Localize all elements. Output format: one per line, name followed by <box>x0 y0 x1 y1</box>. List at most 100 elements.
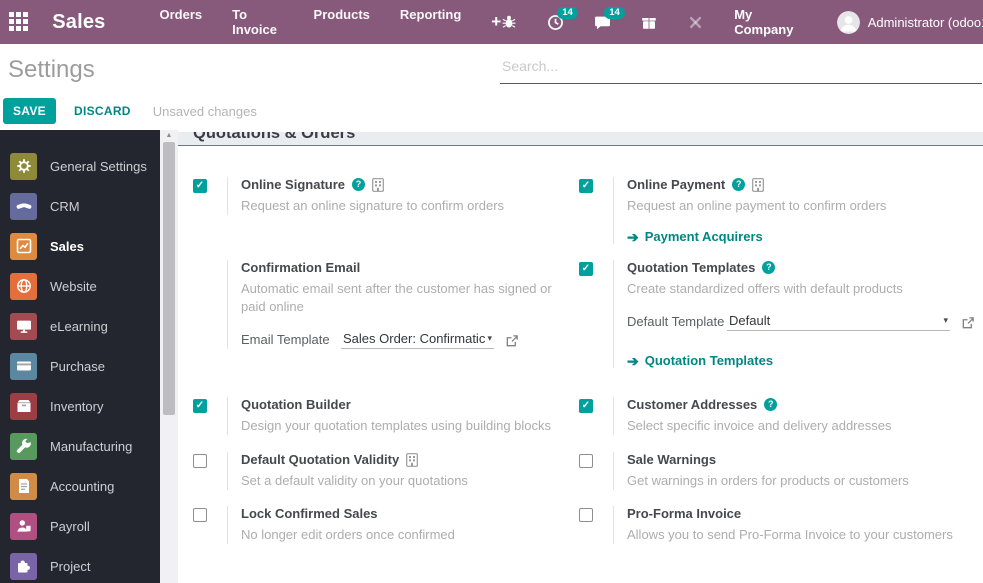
add-menu-button[interactable]: + <box>491 12 501 32</box>
sidebar-item-purchase[interactable]: Purchase <box>0 346 160 386</box>
settings-content: Quotations & Orders Online Signature ? <box>178 130 983 583</box>
wrench-icon <box>10 432 37 460</box>
quotation-templates-checkbox[interactable] <box>579 262 593 276</box>
menu-reporting[interactable]: Reporting <box>400 7 461 37</box>
setting-quotation-builder: Quotation Builder Design your quotation … <box>193 397 565 452</box>
sidebar-label: eLearning <box>50 318 108 334</box>
online-signature-checkbox[interactable] <box>193 179 207 193</box>
sidebar-item-elearning[interactable]: eLearning <box>0 306 160 346</box>
bug-icon <box>502 15 516 28</box>
app-title[interactable]: Sales <box>52 11 105 34</box>
page-title: Settings <box>8 56 95 83</box>
user-menu[interactable]: Administrator (odoo14 <box>836 10 983 34</box>
help-icon[interactable]: ? <box>764 398 778 411</box>
user-name: Administrator (odoo14 <box>867 14 983 30</box>
activities-button[interactable]: 14 <box>547 6 578 31</box>
globe-icon <box>10 272 37 300</box>
setting-online-payment: Online Payment ? Request an online payme… <box>579 177 975 260</box>
sidebar-item-manufacturing[interactable]: Manufacturing <box>0 426 160 466</box>
handshake-icon <box>10 192 37 220</box>
setting-title: Default Quotation Validity <box>241 452 400 467</box>
quotation-builder-checkbox[interactable] <box>193 399 207 413</box>
setting-title: Sale Warnings <box>627 452 717 467</box>
setting-description: Automatic email sent after the customer … <box>241 281 552 314</box>
default-quotation-validity-checkbox[interactable] <box>193 454 207 468</box>
setting-pro-forma-invoice: Pro-Forma Invoice Allows you to send Pro… <box>579 506 975 544</box>
setting-description: No longer edit orders once confirmed <box>241 527 455 542</box>
setting-description: Allows you to send Pro-Forma Invoice to … <box>627 527 953 542</box>
debug-bug-icon[interactable] <box>501 14 517 30</box>
scrollbar-thumb[interactable] <box>163 142 175 415</box>
sidebar-scrollbar[interactable]: ▲ <box>160 130 178 583</box>
setting-title: Lock Confirmed Sales <box>241 506 378 521</box>
customer-addresses-checkbox[interactable] <box>579 399 593 413</box>
setting-description: Get warnings in orders for products or c… <box>627 473 909 488</box>
tools-icon <box>690 16 702 28</box>
default-template-value: Default <box>729 313 771 328</box>
setting-title: Confirmation Email <box>241 260 361 275</box>
sidebar-item-payroll[interactable]: Payroll <box>0 506 160 546</box>
menu-products[interactable]: Products <box>314 7 370 37</box>
presentation-icon <box>10 312 37 340</box>
sidebar-label: Manufacturing <box>50 438 133 454</box>
sale-warnings-checkbox[interactable] <box>579 454 593 468</box>
sidebar-item-project[interactable]: Project <box>0 546 160 583</box>
employee-icon <box>10 512 37 540</box>
help-icon[interactable]: ? <box>762 261 776 274</box>
discard-button[interactable]: DISCARD <box>74 104 131 118</box>
apps-menu-icon[interactable] <box>9 12 28 32</box>
help-icon[interactable]: ? <box>732 178 746 191</box>
messages-button[interactable]: 14 <box>594 6 625 31</box>
online-payment-checkbox[interactable] <box>579 179 593 193</box>
payment-acquirers-link[interactable]: ➔ Payment Acquirers <box>627 229 886 244</box>
section-title: Quotations & Orders <box>193 132 356 142</box>
internal-link-icon[interactable] <box>505 334 519 349</box>
sidebar-item-crm[interactable]: CRM <box>0 186 160 226</box>
lock-confirmed-sales-checkbox[interactable] <box>193 508 207 522</box>
sidebar-item-sales[interactable]: Sales <box>0 226 160 266</box>
search-input[interactable] <box>500 54 982 84</box>
scroll-up-arrow-icon[interactable]: ▲ <box>160 132 178 139</box>
sidebar-label: Project <box>50 558 91 574</box>
chevron-down-icon: ▾ <box>487 333 492 343</box>
help-icon[interactable]: ? <box>352 178 366 191</box>
sidebar-label: Purchase <box>50 358 105 374</box>
setting-description: Design your quotation templates using bu… <box>241 418 552 433</box>
default-template-select[interactable]: Default ▾ <box>727 313 950 331</box>
setting-title: Customer Addresses <box>627 397 758 412</box>
sidebar-label: Website <box>50 278 97 294</box>
settings-grid: Online Signature ? Request an online sig… <box>178 177 983 544</box>
company-switcher[interactable]: My Company <box>734 7 808 37</box>
setting-customer-addresses: Customer Addresses ? Select specific inv… <box>579 397 975 452</box>
chevron-down-icon: ▾ <box>943 315 948 325</box>
sidebar-item-website[interactable]: Website <box>0 266 160 306</box>
quotation-templates-link[interactable]: ➔ Quotation Templates <box>627 353 975 368</box>
message-count-badge: 14 <box>604 6 625 19</box>
technical-tools-icon[interactable] <box>687 14 704 31</box>
referral-button[interactable] <box>641 14 657 30</box>
sidebar-item-inventory[interactable]: Inventory <box>0 386 160 426</box>
unsaved-changes-label: Unsaved changes <box>152 103 257 119</box>
control-panel: Settings SAVE DISCARD Unsaved changes <box>0 44 983 130</box>
box-icon <box>10 392 37 420</box>
email-template-value: Sales Order: Confirmatic <box>343 331 486 346</box>
setting-online-signature: Online Signature ? Request an online sig… <box>193 177 565 260</box>
menu-to-invoice[interactable]: To Invoice <box>232 7 283 37</box>
setting-title: Quotation Builder <box>241 397 351 412</box>
pro-forma-invoice-checkbox[interactable] <box>579 508 593 522</box>
menu-orders[interactable]: Orders <box>160 7 203 37</box>
save-button[interactable]: SAVE <box>3 98 56 124</box>
search-box <box>500 54 982 84</box>
chart-icon <box>10 232 37 260</box>
sidebar-item-accounting[interactable]: Accounting <box>0 466 160 506</box>
sidebar-label: Accounting <box>50 478 115 494</box>
save-discard-bar: SAVE DISCARD Unsaved changes <box>3 98 257 124</box>
setting-description: Create standardized offers with default … <box>627 281 903 296</box>
setting-title: Quotation Templates <box>627 260 756 275</box>
setting-description: Set a default validity on your quotation… <box>241 473 468 488</box>
email-template-label: Email Template <box>241 332 330 347</box>
arrow-right-icon: ➔ <box>627 228 639 245</box>
sidebar-item-general-settings[interactable]: General Settings <box>0 146 160 186</box>
email-template-select[interactable]: Sales Order: Confirmatic ▾ <box>341 331 494 349</box>
internal-link-icon[interactable] <box>961 316 975 331</box>
